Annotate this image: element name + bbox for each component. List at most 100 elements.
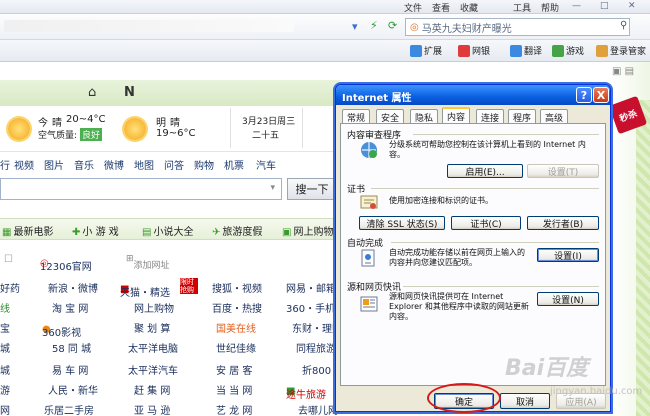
site-link[interactable]: 360・手机 (286, 300, 335, 315)
minimize-icon[interactable]: — (572, 1, 581, 11)
main-search-button[interactable]: 搜一下 (287, 178, 337, 200)
site-link[interactable]: 太平洋汽车 (128, 362, 178, 377)
add-site-button[interactable]: ⊞ 添加网址 (126, 254, 170, 271)
site-link[interactable]: 城 (0, 340, 10, 355)
site-link[interactable]: 乐居二手房 (44, 402, 94, 416)
feeds-icon (360, 296, 378, 312)
site-link[interactable]: 淘 宝 网 (52, 300, 88, 315)
site-link[interactable]: 百度・热搜 (212, 300, 262, 315)
category-item[interactable]: 汽车 (256, 157, 276, 172)
category-item[interactable]: 问答 (164, 157, 184, 172)
promo-badge[interactable]: 限时抢购 (180, 278, 198, 294)
close-window-icon[interactable]: ✕ (628, 1, 636, 11)
site-link[interactable]: 太平洋电脑 (128, 340, 178, 355)
site-link[interactable]: 同程旅游 (296, 340, 336, 355)
site-link[interactable]: 线 (0, 300, 10, 315)
clear-ssl-button[interactable]: 清除 SSL 状态(S) (359, 216, 445, 230)
site-link[interactable]: 新浪・微博 (48, 280, 98, 295)
browser-search-input[interactable]: ◎ 马英九夫妇财产曝光 (405, 18, 630, 36)
bolt-icon[interactable]: ⚡ (370, 19, 378, 32)
tomorrow-condition: 晴 (170, 118, 180, 129)
search-magnifier-icon[interactable]: ⚲ (620, 20, 627, 31)
translate-button[interactable]: 翻译 (510, 44, 542, 57)
login-manager-button[interactable]: 登录管家 (596, 44, 646, 57)
category-item[interactable]: 购物 (194, 157, 214, 172)
site-link[interactable]: 网上购物 (134, 300, 174, 315)
divider (413, 134, 599, 135)
category-item[interactable]: 图片 (44, 157, 64, 172)
tab-connections[interactable]: 连接 (476, 109, 505, 124)
category-item[interactable]: 机票 (224, 157, 244, 172)
site-link[interactable]: 世纪佳缘 (216, 340, 256, 355)
tab-privacy[interactable]: 隐私 (410, 109, 439, 124)
menu-favorites[interactable]: 收藏 (460, 1, 478, 14)
refresh-icon[interactable]: ⟳ (388, 19, 397, 32)
book-icon: ▤ (142, 227, 152, 238)
tab-general[interactable]: 常规 (342, 109, 371, 124)
online-bank-button[interactable]: 网银 (458, 44, 490, 57)
site-link[interactable]: 网 (0, 402, 10, 416)
site-link[interactable]: 人民・新华 (48, 382, 98, 397)
publishers-button[interactable]: 发行者(B) (527, 216, 599, 230)
menu-tools[interactable]: 工具 (513, 1, 531, 14)
site-link[interactable]: 安 居 客 (216, 362, 252, 377)
site-link[interactable]: 国美在线 (216, 320, 256, 335)
category-item[interactable]: 音乐 (74, 157, 94, 172)
site-link[interactable]: 搜狐・视频 (212, 280, 262, 295)
site-link[interactable]: 当 当 网 (216, 382, 252, 397)
site-link[interactable]: 去哪儿网 (298, 402, 338, 416)
site-link[interactable]: 游 (0, 382, 10, 397)
games-button[interactable]: 游戏 (552, 44, 584, 57)
tab-programs[interactable]: 程序 (508, 109, 537, 124)
air-quality-label: 空气质量: (38, 131, 78, 141)
close-icon[interactable]: X (593, 87, 609, 103)
site-link[interactable]: 宝 (0, 320, 10, 335)
main-search-input[interactable]: ▾ (0, 178, 282, 200)
advisor-settings-button[interactable]: 设置(T) (527, 164, 599, 178)
site-link[interactable]: 亚 马 逊 (134, 402, 170, 416)
today-condition: 晴 (52, 118, 62, 129)
tab-travel[interactable]: ✈ 旅游度假 (212, 223, 262, 238)
tab-movies[interactable]: ▦ 最新电影 (2, 223, 53, 238)
site-link[interactable]: 好药 (0, 280, 20, 295)
site-link[interactable]: 易 车 网 (52, 362, 88, 377)
menu-help[interactable]: 帮助 (541, 1, 559, 14)
content-advisor-description: 分级系统可帮助您控制在该计算机上看到的 Internet 内容。 (389, 140, 586, 159)
enable-button[interactable]: 启用(E)... (447, 164, 523, 178)
category-item[interactable]: 行 (0, 157, 10, 172)
dropdown-arrow-icon[interactable]: ▾ (270, 183, 275, 193)
dialog-title: Internet 属性 (342, 93, 412, 104)
site-link[interactable]: 58 同 城 (52, 340, 91, 355)
menu-view[interactable]: 查看 (432, 1, 450, 14)
home-icon[interactable]: ⌂ (88, 85, 96, 100)
site-link[interactable]: 艺 龙 网 (216, 402, 252, 416)
tab-advanced[interactable]: 高级 (540, 109, 569, 124)
dialog-title-bar[interactable]: Internet 属性 ? X (336, 85, 610, 105)
site-link[interactable]: 折800 (302, 362, 331, 377)
tab-shopping[interactable]: ▣ 网上购物 (282, 223, 333, 238)
category-item[interactable]: 微博 (104, 157, 124, 172)
cancel-button[interactable]: 取消 (500, 393, 550, 409)
help-icon[interactable]: ? (576, 87, 592, 103)
tab-content[interactable]: 内容 (442, 107, 471, 123)
site-link[interactable]: 聚 划 算 (134, 320, 170, 335)
news-icon[interactable]: N (124, 85, 135, 100)
menu-file[interactable]: 文件 (404, 1, 422, 14)
site-link[interactable]: 赶 集 网 (134, 382, 170, 397)
certificates-button[interactable]: 证书(C) (451, 216, 521, 230)
screen-icons[interactable]: ▣ ▤ (612, 66, 634, 77)
extensions-button[interactable]: 扩展 (410, 44, 442, 57)
category-item[interactable]: 视频 (14, 157, 34, 172)
dropdown-icon[interactable]: ▾ (352, 20, 358, 33)
tab-games[interactable]: ✚ 小 游 戏 (72, 223, 119, 238)
tab-security[interactable]: 安全 (376, 109, 405, 124)
tab-novels[interactable]: ▤ 小说大全 (142, 223, 193, 238)
feeds-settings-button[interactable]: 设置(N) (537, 292, 599, 306)
autocomplete-settings-button[interactable]: 设置(I) (537, 248, 599, 262)
site-link[interactable]: 城 (0, 362, 10, 377)
search-text: 马英九夫妇财产曝光 (421, 23, 512, 35)
site-link[interactable]: 网易・邮箱 (286, 280, 336, 295)
translate-icon (510, 44, 522, 57)
category-item[interactable]: 地图 (134, 157, 154, 172)
maximize-icon[interactable]: □ (600, 1, 609, 11)
